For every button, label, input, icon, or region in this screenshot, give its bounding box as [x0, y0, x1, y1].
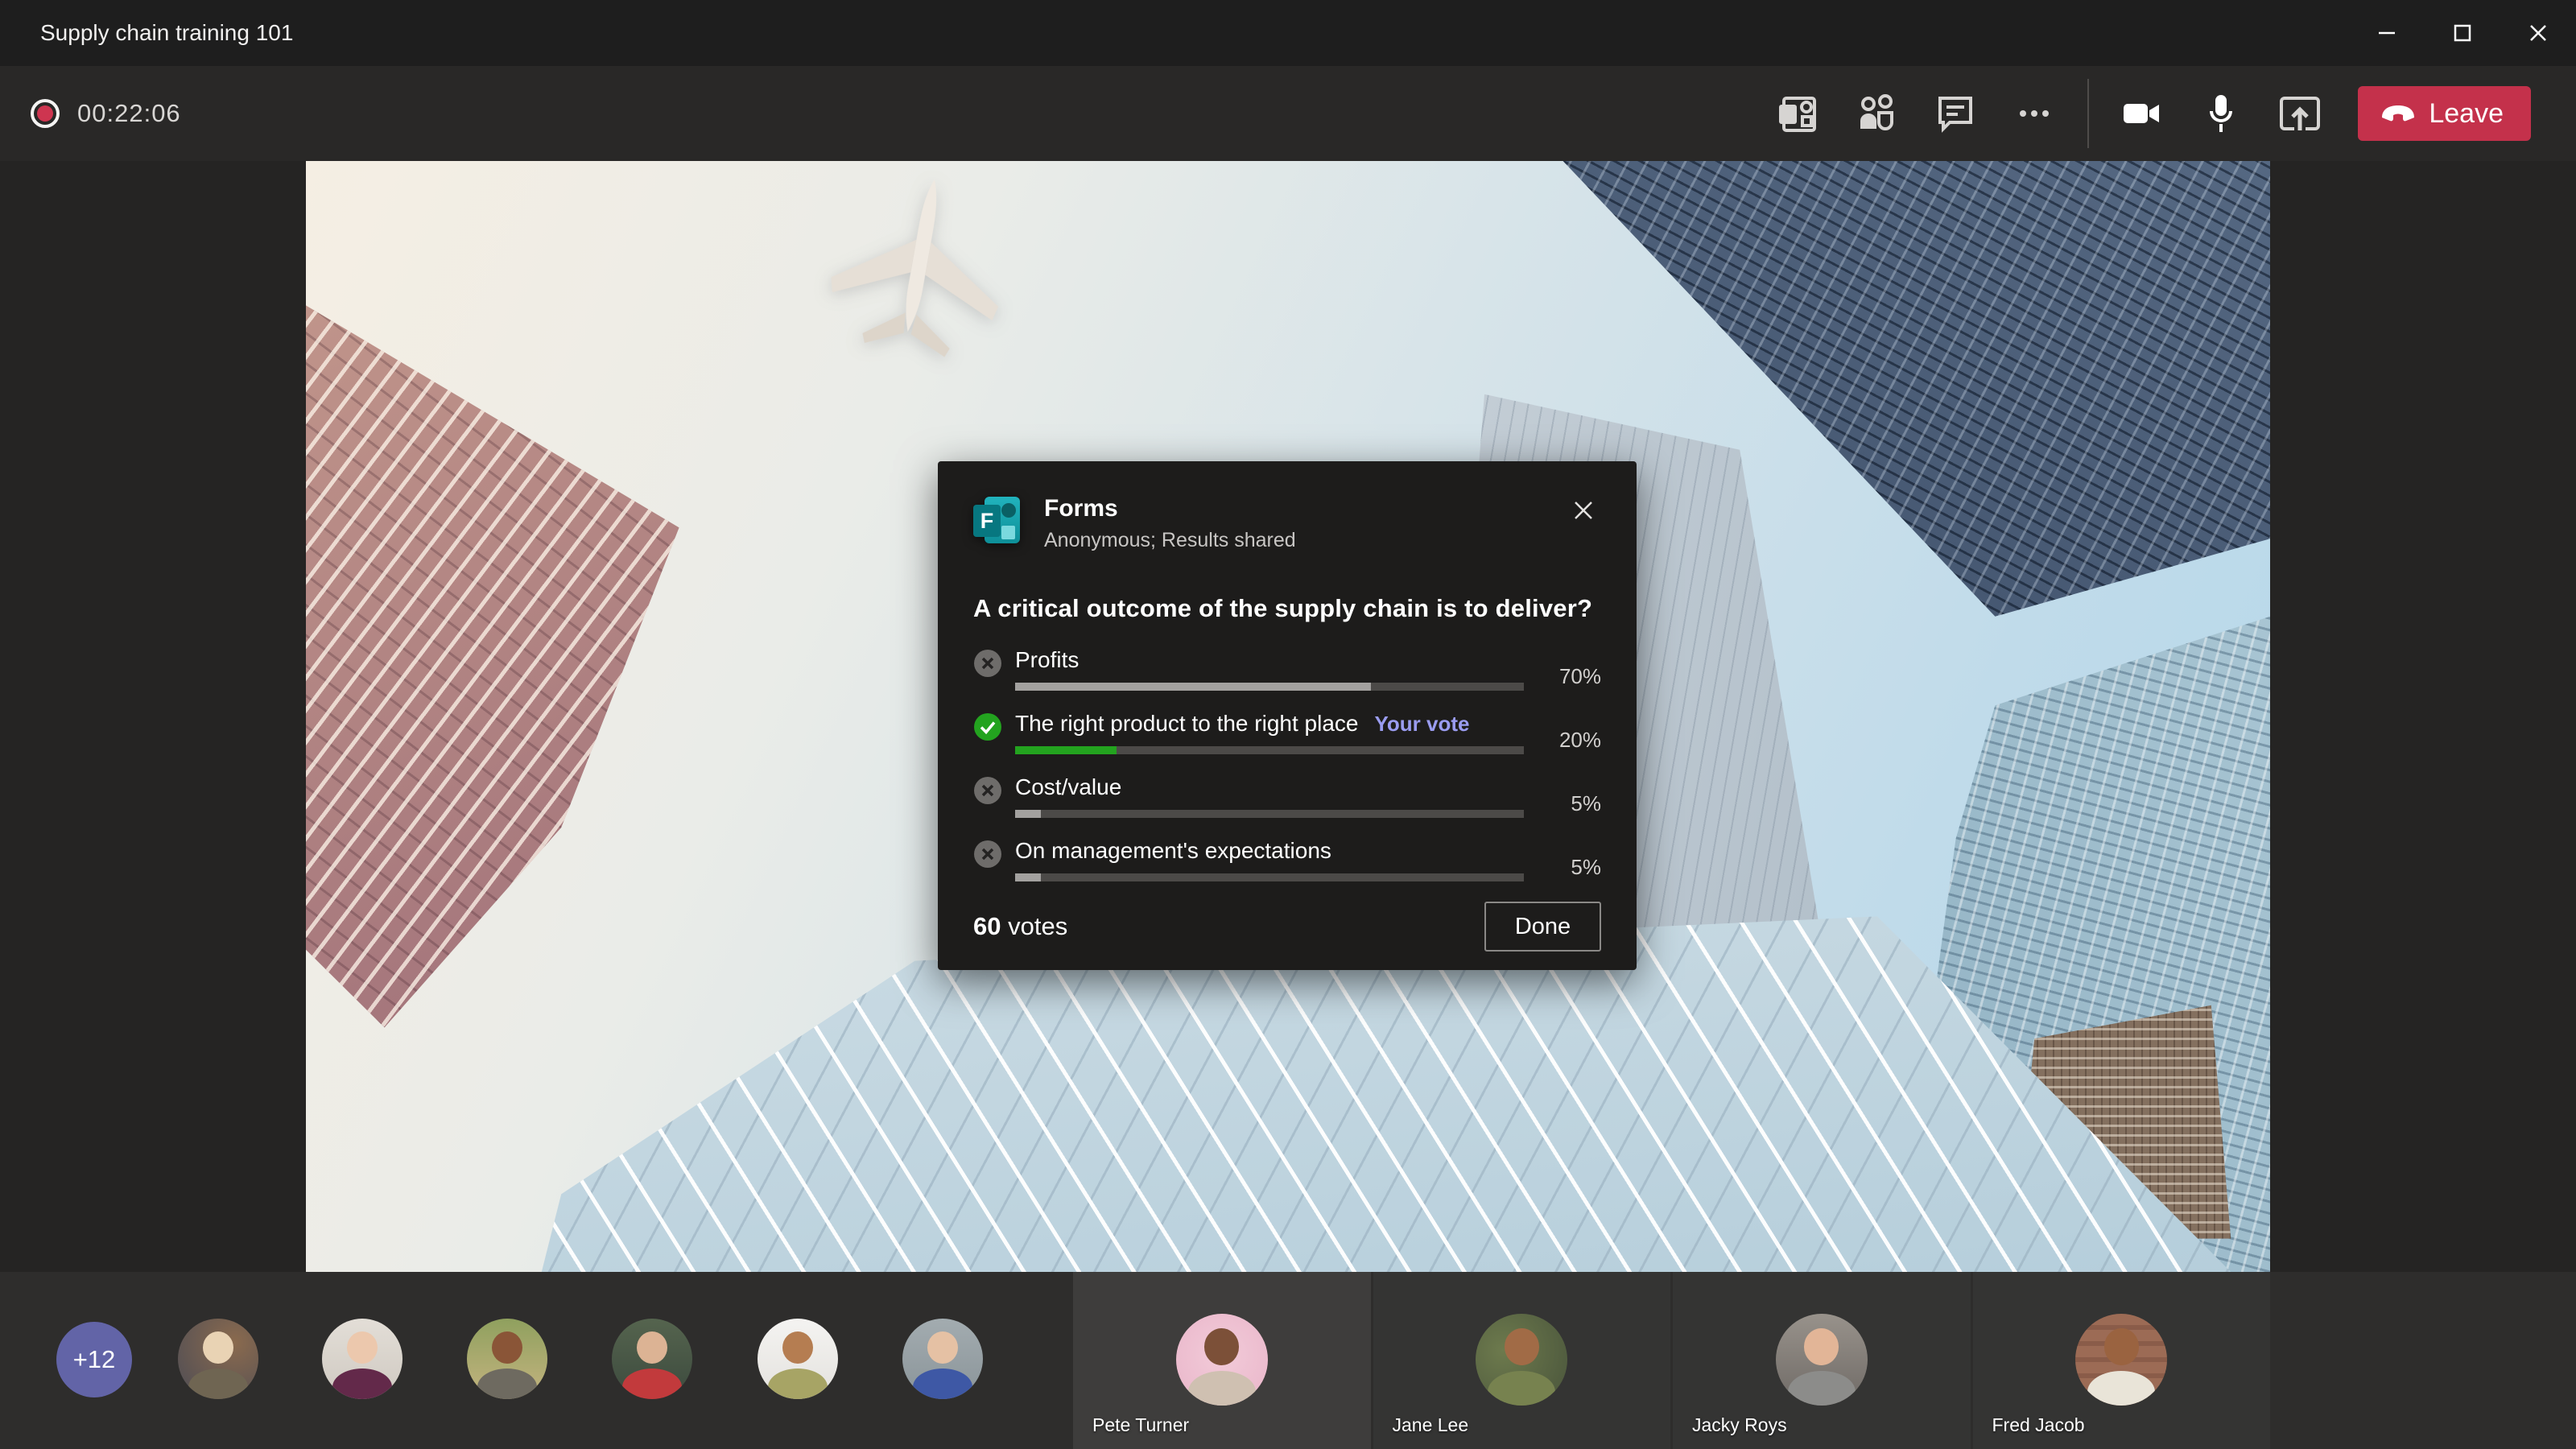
participant-tile-jane-lee[interactable]: Jane Lee: [1373, 1272, 1670, 1449]
microphone-on-icon: [2210, 95, 2233, 132]
option-label: Profits: [1015, 647, 1080, 672]
participant-avatar[interactable]: [178, 1319, 258, 1399]
forms-app-button[interactable]: F: [1772, 88, 1823, 139]
minimize-icon: [2379, 31, 2395, 35]
voted-check-icon: [974, 713, 1001, 741]
share-screen-icon: [2280, 97, 2321, 130]
option-percent: 20%: [1558, 728, 1601, 752]
svg-text:F: F: [1783, 106, 1793, 124]
people-icon: [1860, 94, 1894, 130]
airplane: [831, 179, 999, 357]
participant-avatar[interactable]: [758, 1319, 838, 1399]
votes-count: 60 votes: [973, 912, 1068, 940]
title-bar: Supply chain training 101: [0, 0, 2576, 66]
meeting-toolbar: 00:22:06 F Leave: [0, 66, 2576, 161]
microphone-toggle-button[interactable]: [2195, 88, 2247, 139]
option-label: On management's expectations: [1015, 838, 1331, 863]
participant-name: Fred Jacob: [1992, 1414, 2085, 1435]
poll-close-button[interactable]: [1566, 493, 1601, 529]
participant-tiles: Pete Turner Jane Lee Jacky Roys Fred Jac…: [1073, 1272, 2270, 1449]
poll-header: F Forms Anonymous; Results shared: [973, 493, 1601, 552]
participant-avatar: [1175, 1314, 1268, 1406]
minimize-button[interactable]: [2349, 0, 2425, 66]
forms-logo-icon: F: [973, 493, 1023, 547]
toolbar-actions: F Leave: [1744, 79, 2531, 148]
share-screen-button[interactable]: [2274, 88, 2326, 139]
window-controls: [2349, 0, 2576, 66]
participant-tile-fred-jacob[interactable]: Fred Jacob: [1972, 1272, 2270, 1449]
not-voted-icon: [974, 777, 1001, 804]
leave-label: Leave: [2429, 97, 2504, 129]
option-percent: 5%: [1571, 855, 1601, 879]
result-bar: [1015, 683, 1524, 691]
option-percent: 5%: [1571, 791, 1601, 815]
recording-dot-icon: [31, 99, 60, 128]
option-label: The right product to the right place: [1015, 711, 1359, 736]
hang-up-icon: [2382, 105, 2415, 122]
participant-name: Jacky Roys: [1692, 1414, 1787, 1435]
result-bar: [1015, 746, 1524, 754]
participant-avatar: [2075, 1314, 2168, 1406]
participant-tile-jacky-roys[interactable]: Jacky Roys: [1673, 1272, 1971, 1449]
close-icon: [2530, 25, 2546, 41]
close-icon: [1575, 501, 1592, 519]
chat-icon: [1938, 97, 1973, 133]
show-participants-button[interactable]: [1851, 88, 1902, 139]
show-chat-button[interactable]: [1930, 88, 1981, 139]
done-button[interactable]: Done: [1484, 902, 1601, 952]
leave-button[interactable]: Leave: [2358, 86, 2531, 141]
participant-name: Pete Turner: [1092, 1414, 1190, 1435]
meeting-title: Supply chain training 101: [40, 20, 294, 45]
your-vote-badge: Your vote: [1374, 712, 1470, 736]
participant-avatar[interactable]: [612, 1319, 692, 1399]
poll-footer: 60 votes Done: [973, 902, 1601, 952]
forms-poll-dialog: F Forms Anonymous; Results shared A crit…: [938, 461, 1637, 970]
camera-toggle-button[interactable]: [2116, 88, 2168, 139]
participant-avatar[interactable]: [322, 1319, 402, 1399]
maximize-button[interactable]: [2425, 0, 2500, 66]
forms-app-icon: F: [1779, 97, 1817, 132]
close-button[interactable]: [2500, 0, 2576, 66]
poll-options: Profits 70% The right product to the rig…: [973, 647, 1601, 902]
teams-meeting-window: Supply chain training 101 00:22:06 F Lea…: [0, 0, 2576, 1449]
participant-tile-pete-turner[interactable]: Pete Turner: [1073, 1272, 1371, 1449]
participant-strip: +12 Pete Turner Jane Lee Jacky Roys Fred…: [0, 1272, 2576, 1449]
toolbar-divider: [2087, 79, 2090, 148]
camera-on-icon: [2124, 104, 2160, 123]
poll-option-management-expectations[interactable]: On management's expectations 5%: [973, 838, 1601, 881]
not-voted-icon: [974, 650, 1001, 677]
not-voted-icon: [974, 840, 1001, 868]
participant-avatar: [1775, 1314, 1868, 1406]
result-bar: [1015, 810, 1524, 818]
poll-option-right-product[interactable]: The right product to the right place You…: [973, 711, 1601, 754]
result-bar: [1015, 873, 1524, 881]
poll-subtitle: Anonymous; Results shared: [1044, 529, 1296, 551]
maximize-icon: [2454, 24, 2471, 42]
poll-question: A critical outcome of the supply chain i…: [973, 594, 1593, 622]
option-percent: 70%: [1558, 664, 1601, 688]
poll-option-cost-value[interactable]: Cost/value 5%: [973, 774, 1601, 818]
participant-avatar[interactable]: [902, 1319, 983, 1399]
poll-titles: Forms Anonymous; Results shared: [1044, 493, 1296, 552]
option-label: Cost/value: [1015, 774, 1122, 799]
participant-avatar: [1476, 1314, 1568, 1406]
overflow-participants-badge[interactable]: +12: [56, 1322, 132, 1397]
participant-avatar[interactable]: [467, 1319, 547, 1399]
poll-app-name: Forms: [1044, 495, 1118, 522]
recording-indicator: 00:22:06: [31, 99, 181, 128]
poll-option-profits[interactable]: Profits 70%: [973, 647, 1601, 691]
participant-name: Jane Lee: [1392, 1414, 1469, 1435]
more-options-button[interactable]: [2008, 88, 2060, 139]
more-options-icon: [2020, 110, 2050, 117]
recording-timer: 00:22:06: [77, 99, 181, 127]
